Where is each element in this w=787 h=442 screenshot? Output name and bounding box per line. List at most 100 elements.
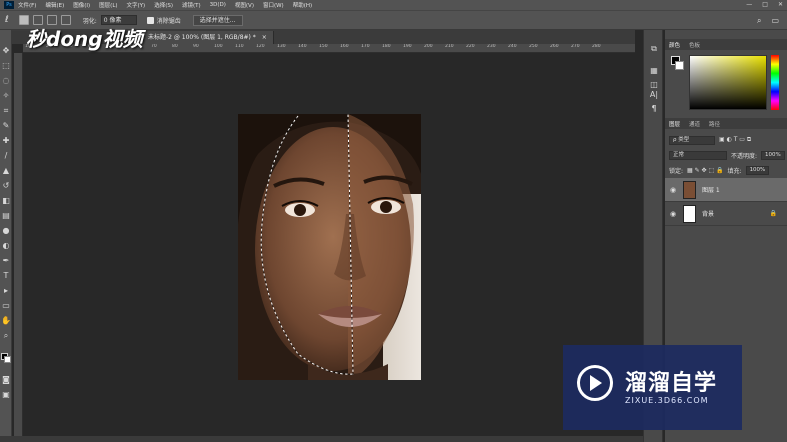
menu-help[interactable]: 帮助(H): [293, 1, 312, 9]
visibility-eye-icon[interactable]: ◉: [667, 186, 679, 194]
eyedropper-icon[interactable]: ✎: [1, 121, 11, 131]
opacity-input[interactable]: 100%: [761, 150, 785, 160]
zoom-tool-icon[interactable]: ⌕: [1, 331, 11, 341]
tools-panel: ✥ ⬚ ◌ ✧ ⌗ ✎ ✚ / ▲ ↺ ◧ ▤ ● ◐ ✒ T ▸ ▭ ✋ ⌕ …: [0, 30, 12, 442]
watermark-url: ZIXUE.3D66.COM: [625, 396, 709, 405]
maximize-button[interactable]: □: [762, 1, 768, 8]
ruler-tick: 100: [214, 44, 223, 49]
panel-background-swatch[interactable]: [675, 61, 684, 70]
shape-tool-icon[interactable]: ▭: [1, 301, 11, 311]
eraser-tool-icon[interactable]: ◧: [1, 196, 11, 206]
filter-icons[interactable]: ▣ ◐ T ▭ ⧉: [719, 136, 751, 144]
menu-image[interactable]: 图像(I): [73, 1, 90, 9]
tab-swatches[interactable]: 色板: [689, 41, 700, 49]
vertical-ruler[interactable]: [14, 53, 23, 438]
gradient-tool-icon[interactable]: ▤: [1, 211, 11, 221]
marquee-tool-icon[interactable]: ⬚: [1, 61, 11, 71]
ruler-tick: 200: [424, 44, 433, 49]
tab-close-icon[interactable]: ×: [262, 34, 267, 41]
brush-tool-icon[interactable]: /: [1, 151, 11, 161]
tab-channels[interactable]: 通道: [689, 120, 700, 128]
opacity-label: 不透明度:: [731, 152, 758, 160]
properties-icon[interactable]: ▦: [648, 66, 660, 76]
quick-mask-icon[interactable]: ◙: [1, 375, 11, 385]
ruler-tick: 190: [403, 44, 412, 49]
hand-tool-icon[interactable]: ✋: [1, 316, 11, 326]
pen-tool-icon[interactable]: ✒: [1, 256, 11, 266]
select-and-mask-button[interactable]: 选择并遮住...: [192, 14, 243, 26]
menu-view[interactable]: 视图(V): [235, 1, 254, 9]
menu-file[interactable]: 文件(F): [18, 1, 36, 9]
magic-wand-icon[interactable]: ✧: [1, 91, 11, 101]
menu-layer[interactable]: 图层(L): [99, 1, 117, 9]
ruler-tick: 270: [571, 44, 580, 49]
layer-name[interactable]: 背景: [702, 209, 714, 218]
layer-row-layer1[interactable]: ◉ 图层 1: [665, 178, 787, 202]
tab-untitled-2[interactable]: 未标题-2 @ 100% (图层 1, RGB/8#) * ×: [142, 31, 274, 44]
healing-brush-icon[interactable]: ✚: [1, 136, 11, 146]
clone-stamp-icon[interactable]: ▲: [1, 166, 11, 176]
watermark-badge: 溜溜自学 ZIXUE.3D66.COM: [563, 345, 742, 430]
menu-filter[interactable]: 滤镜(T): [182, 1, 201, 9]
screen-mode-icon[interactable]: ▣: [1, 390, 11, 400]
ruler-tick: 140: [298, 44, 307, 49]
fill-label: 填充:: [727, 167, 742, 175]
workspace-icon[interactable]: ▭: [771, 16, 779, 26]
ruler-tick: 260: [550, 44, 559, 49]
layer-name[interactable]: 图层 1: [702, 185, 720, 194]
antialias-checkbox[interactable]: [146, 16, 154, 24]
layer-thumbnail: [683, 204, 696, 223]
lock-row: 锁定: ▦ ✎ ✥ ⬚ 🔒 填充: 100%: [669, 165, 770, 175]
layer-row-background[interactable]: ◉ 背景 🔒: [665, 202, 787, 226]
lasso-tool-icon[interactable]: ◌: [1, 76, 11, 86]
blend-mode-select[interactable]: 正常: [669, 150, 727, 160]
portrait-illustration: [238, 114, 421, 380]
menu-window[interactable]: 窗口(W): [263, 1, 284, 9]
color-field[interactable]: [689, 55, 767, 110]
lock-icons[interactable]: ▦ ✎ ✥ ⬚ 🔒: [687, 167, 724, 174]
ruler-tick: 230: [487, 44, 496, 49]
portrait-image[interactable]: [238, 114, 421, 380]
kind-filter-select[interactable]: ρ 类型: [669, 135, 715, 145]
path-selection-icon[interactable]: ▸: [1, 286, 11, 296]
move-tool-icon[interactable]: ✥: [1, 46, 11, 56]
ruler-tick: 170: [361, 44, 370, 49]
ruler-tick: 210: [445, 44, 454, 49]
visibility-eye-icon[interactable]: ◉: [667, 210, 679, 218]
background-color-swatch[interactable]: [4, 356, 11, 363]
fill-input[interactable]: 100%: [745, 165, 770, 175]
crop-tool-icon[interactable]: ⌗: [1, 106, 11, 116]
ruler-tick: 150: [319, 44, 328, 49]
hue-slider[interactable]: [771, 55, 779, 110]
character-icon[interactable]: A|: [648, 90, 660, 100]
tab-label: 未标题-2 @ 100% (图层 1, RGB/8#) *: [148, 34, 256, 41]
tab-paths[interactable]: 路径: [709, 120, 720, 128]
type-tool-icon[interactable]: T: [1, 271, 11, 281]
ruler-tick: 280: [592, 44, 601, 49]
menu-edit[interactable]: 编辑(E): [45, 1, 64, 9]
blur-tool-icon[interactable]: ●: [1, 226, 11, 236]
status-bar: [0, 436, 643, 442]
watermark-text: 秒dong视频: [26, 27, 143, 51]
menu-type[interactable]: 文字(Y): [127, 1, 146, 9]
layer-thumbnail: [683, 180, 696, 199]
close-window-button[interactable]: ✕: [778, 1, 783, 8]
ruler-tick: 70: [151, 44, 157, 49]
dodge-tool-icon[interactable]: ◐: [1, 241, 11, 251]
tab-layers[interactable]: 图层: [669, 120, 680, 128]
minimize-button[interactable]: —: [746, 1, 752, 8]
history-brush-icon[interactable]: ↺: [1, 181, 11, 191]
layers-panel-tabs: 图层 通道 路径: [665, 118, 787, 129]
tab-color[interactable]: 颜色: [669, 41, 680, 49]
play-icon: [590, 375, 602, 391]
search-icon[interactable]: ⌕: [757, 16, 761, 26]
ruler-tick: 160: [340, 44, 349, 49]
layer-filter-row: ρ 类型 ▣ ◐ T ▭ ⧉: [669, 135, 751, 145]
lasso-tool-icon[interactable]: ℓ: [5, 15, 9, 25]
blend-row: 正常 不透明度: 100%: [669, 150, 785, 160]
history-icon[interactable]: ⧉: [648, 44, 660, 54]
menu-3d[interactable]: 3D(D): [210, 2, 226, 8]
paragraph-icon[interactable]: ¶: [648, 104, 660, 114]
menu-select[interactable]: 选择(S): [154, 1, 173, 9]
adjustments-icon[interactable]: ◫: [648, 80, 660, 90]
